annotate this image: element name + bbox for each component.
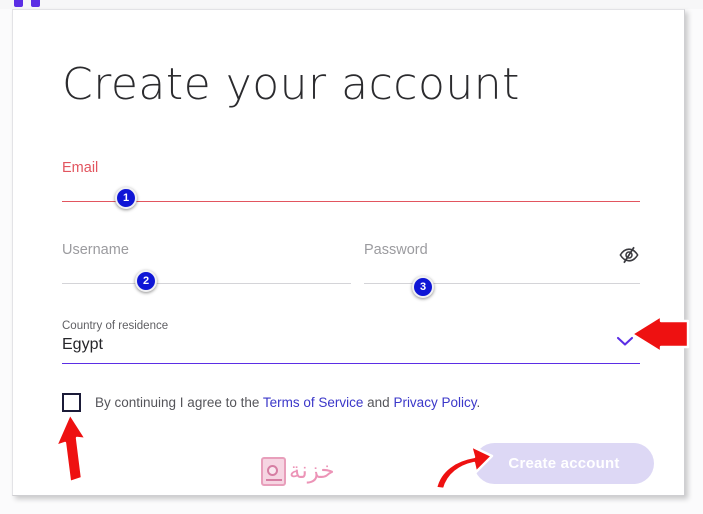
step-badge-1: 1 — [115, 187, 137, 209]
terms-conjunction: and — [363, 395, 394, 410]
terms-checkbox[interactable] — [62, 393, 81, 412]
eye-slash-icon[interactable] — [618, 245, 640, 265]
top-clipped-logo-strip — [0, 0, 703, 9]
password-underline — [364, 283, 640, 284]
country-underline — [62, 362, 640, 364]
username-placeholder: Username — [62, 242, 129, 258]
clipped-logo-fragment-left — [14, 0, 23, 7]
privacy-policy-link[interactable]: Privacy Policy — [393, 395, 476, 410]
password-field[interactable]: Password — [364, 242, 640, 284]
terms-prefix: By continuing I agree to the — [95, 395, 263, 410]
chevron-down-icon[interactable] — [616, 334, 634, 346]
email-underline — [62, 201, 640, 202]
country-of-residence-select[interactable]: Country of residence Egypt — [62, 320, 640, 364]
username-underline — [62, 283, 351, 284]
country-value: Egypt — [62, 336, 103, 353]
step-badge-3: 3 — [412, 276, 434, 298]
page-title: Create your account — [62, 59, 520, 110]
browser-page: Create your account Email Username Passw… — [0, 0, 703, 514]
email-label: Email — [62, 160, 99, 176]
watermark-logo: خزنة — [261, 457, 335, 486]
country-label: Country of residence — [62, 320, 169, 332]
create-account-button[interactable]: Create account — [474, 443, 654, 484]
watermark-text: خزنة — [289, 458, 335, 484]
email-field[interactable]: Email — [62, 160, 640, 202]
terms-suffix: . — [476, 395, 481, 410]
terms-of-service-link[interactable]: Terms of Service — [263, 395, 364, 410]
username-field[interactable]: Username — [62, 242, 351, 284]
terms-text: By continuing I agree to the Terms of Se… — [95, 395, 480, 410]
terms-agreement-row: By continuing I agree to the Terms of Se… — [62, 393, 480, 412]
vault-icon — [261, 457, 286, 486]
signup-card: Create your account Email Username Passw… — [12, 9, 685, 496]
password-placeholder: Password — [364, 242, 428, 258]
clipped-logo-fragment-right — [31, 0, 40, 7]
step-badge-2: 2 — [135, 270, 157, 292]
